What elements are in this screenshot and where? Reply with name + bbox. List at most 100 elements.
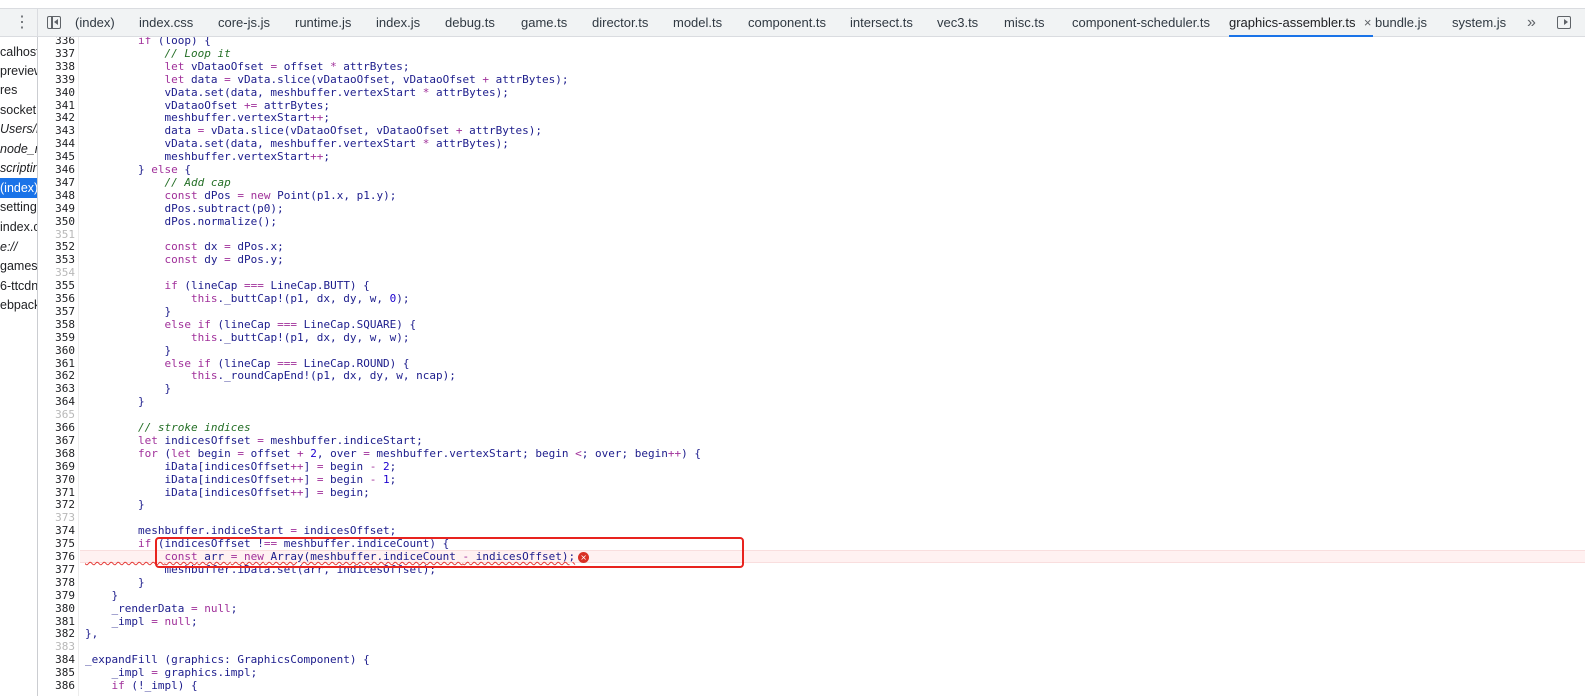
code-line: let data = vData.slice(vDataoOfset, vDat… (164, 72, 569, 86)
file-tab[interactable]: (index) (75, 9, 115, 37)
line-number[interactable]: 367 (39, 434, 75, 448)
line-number[interactable]: 380 (39, 602, 75, 616)
line-number[interactable]: 377 (39, 563, 75, 577)
line-number[interactable]: 368 (39, 447, 75, 461)
code-line: } (85, 304, 172, 318)
line-number[interactable]: 356 (39, 292, 75, 306)
code-editor[interactable]: 336 337 338 339 340 341 342 343 344 345 346 347 348 3… (39, 37, 1585, 696)
line-number[interactable]: 359 (39, 331, 75, 345)
line-number[interactable]: 357 (39, 305, 75, 319)
toggle-navigator-icon[interactable] (47, 16, 61, 29)
file-tab[interactable]: core-js.js (218, 9, 270, 37)
more-options-icon[interactable]: ⋮ (14, 13, 30, 33)
file-tab[interactable]: director.ts (592, 9, 648, 37)
code-line: else if (lineCap === LineCap.SQUARE) { (164, 317, 417, 331)
code-line: // stroke indices (137, 421, 251, 434)
file-tab-label: model.ts (673, 15, 723, 30)
line-number[interactable]: 379 (39, 589, 75, 603)
error-highlight-box (155, 537, 744, 568)
navigator-item[interactable]: index.c (0, 217, 37, 237)
toolbar-divider (37, 9, 38, 37)
file-tab-label: misc.ts (1004, 15, 1045, 30)
code-line: let indicesOffset = meshbuffer.indiceSta… (137, 433, 423, 447)
navigator-item[interactable]: preview (0, 61, 37, 81)
file-tab[interactable]: debug.ts (445, 9, 495, 37)
file-tab[interactable]: index.css (139, 9, 193, 37)
code-line: if (!_impl) { (111, 679, 198, 692)
line-number[interactable]: 366 (39, 421, 75, 435)
file-tab[interactable]: component-scheduler.ts (1072, 9, 1210, 37)
file-tab[interactable]: vec3.ts (937, 9, 978, 37)
file-tab-label: debug.ts (445, 15, 495, 30)
line-number[interactable]: 346 (39, 163, 75, 177)
line-number[interactable]: 360 (39, 344, 75, 358)
file-tab-label: director.ts (592, 15, 649, 30)
code-line: this._buttCap!(p1, dx, dy, w, 0); (190, 292, 410, 305)
file-tab[interactable]: graphics-assembler.ts × (1229, 9, 1374, 37)
file-tab-label: component-scheduler.ts (1072, 15, 1211, 30)
code-line: } (85, 395, 145, 409)
code-line: }, (85, 627, 99, 641)
file-tab-label: index.css (139, 15, 194, 30)
line-number[interactable]: 378 (39, 576, 75, 590)
code-line: this._buttCap!(p1, dx, dy, w, w); (190, 330, 410, 344)
file-tab[interactable]: component.ts (748, 9, 826, 37)
file-tab-label: game.ts (521, 15, 568, 30)
code-line: } (85, 588, 119, 602)
code-line: iData[indicesOffset++] = begin - 1; (85, 472, 397, 486)
navigator-item[interactable]: (index) (0, 178, 37, 198)
code-line: const dPos = new Point(p1.x, p1.y); (164, 188, 397, 202)
navigator-item[interactable]: e:// (0, 237, 37, 257)
code-line: const dy = dPos.y; (164, 253, 284, 267)
code-line: let vDataoOfset = offset * attrBytes; (164, 59, 410, 73)
navigator-item[interactable]: res (0, 80, 37, 100)
file-tab-label: intersect.ts (850, 15, 913, 30)
navigator-item[interactable]: ebpack: (0, 295, 37, 315)
file-tab[interactable]: misc.ts (1004, 9, 1044, 37)
line-number[interactable]: 347 (39, 176, 75, 190)
navigator-item[interactable]: socket. (0, 100, 37, 120)
code-line: dPos.normalize(); (85, 214, 278, 228)
line-number[interactable]: 376 (39, 550, 75, 564)
navigator-item[interactable]: scriptin (0, 158, 37, 178)
file-tab[interactable]: model.ts (673, 9, 722, 37)
code-line: } (85, 343, 172, 357)
navigator-item[interactable]: calhost: (0, 42, 37, 62)
navigator-item[interactable]: 6-ttcdn- (0, 276, 37, 296)
code-line: } (85, 498, 145, 512)
line-number[interactable]: 338 (39, 60, 75, 74)
file-tab[interactable]: bundle.js (1375, 9, 1427, 37)
code-line: dPos.subtract(p0); (85, 201, 284, 215)
file-tab-label: (index) (75, 15, 115, 30)
toggle-debugger-icon[interactable] (1557, 16, 1571, 29)
line-number[interactable]: 386 (39, 679, 75, 693)
navigator-item[interactable]: setting. (0, 197, 37, 217)
code-line: for (let begin = offset + 2, over = mesh… (137, 446, 701, 460)
line-number[interactable]: 337 (39, 47, 75, 61)
file-tab[interactable]: game.ts (521, 9, 567, 37)
code-line: iData[indicesOffset++] = begin - 2; (85, 459, 397, 473)
file-tab[interactable]: system.js (1452, 9, 1506, 37)
line-number-gutter[interactable]: 336 337 338 339 340 341 342 343 344 345 346 347 348 3… (39, 37, 79, 696)
file-tab-label: graphics-assembler.ts (1229, 15, 1356, 30)
line-number[interactable]: 348 (39, 189, 75, 203)
line-number[interactable]: 339 (39, 73, 75, 87)
line-number[interactable]: 350 (39, 215, 75, 229)
file-tab[interactable]: runtime.js (295, 9, 351, 37)
line-number[interactable]: 358 (39, 318, 75, 332)
code-line: // Loop it (164, 46, 231, 60)
close-tab-icon[interactable]: × (1364, 9, 1372, 36)
file-tab-label: system.js (1452, 15, 1507, 30)
file-navigator: calhost:previewressocket.Users/rnode_msc… (0, 37, 38, 696)
line-number[interactable]: 369 (39, 460, 75, 474)
line-number[interactable]: 340 (39, 86, 75, 100)
file-tab[interactable]: intersect.ts (850, 9, 913, 37)
navigator-item[interactable]: node_m (0, 139, 37, 159)
navigator-item[interactable]: gamest (0, 256, 37, 276)
line-number[interactable]: 349 (39, 202, 75, 216)
navigator-item[interactable]: Users/r (0, 119, 37, 139)
file-tab[interactable]: index.js (376, 9, 420, 37)
more-tabs-chevron-icon[interactable]: » (1527, 9, 1536, 36)
file-tab-label: bundle.js (1375, 15, 1428, 30)
line-number[interactable]: 370 (39, 473, 75, 487)
